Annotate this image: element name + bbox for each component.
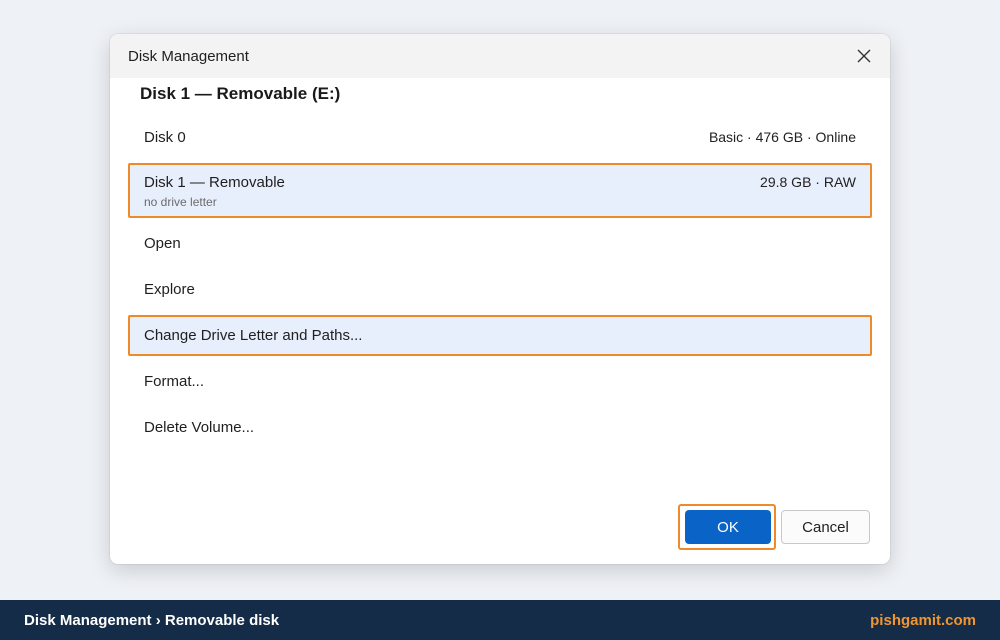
breadcrumb: Disk Management › Removable disk <box>24 611 280 629</box>
list-item-sublabel: no drive letter <box>144 195 217 209</box>
close-button[interactable] <box>852 44 876 68</box>
brand-watermark: pishgamit.com <box>870 611 976 629</box>
menu-item-label: Delete Volume... <box>144 418 255 436</box>
menu-item-delete-volume[interactable]: Delete Volume... <box>128 404 872 450</box>
ok-button-highlight: OK <box>678 504 776 550</box>
menu-item-label: Open <box>144 234 181 252</box>
close-icon <box>857 49 871 63</box>
menu-item-label: Explore <box>144 280 195 298</box>
list-item-label: Disk 1 — Removable <box>144 174 285 191</box>
menu-item-explore[interactable]: Explore <box>128 266 872 312</box>
caption-bar: Disk Management › Removable disk pishgam… <box>0 600 1000 640</box>
menu-item-open[interactable]: Open <box>128 220 872 266</box>
list-item-disk-0[interactable]: Disk 0 Basic · 476 GB · Online <box>128 114 872 160</box>
list-item-label: Disk 0 <box>144 128 186 146</box>
menu-item-change-drive-letter[interactable]: Change Drive Letter and Paths... <box>128 315 872 356</box>
cancel-button[interactable]: Cancel <box>781 510 870 544</box>
list-item-disk-1[interactable]: Disk 1 — Removable no drive letter 29.8 … <box>128 163 872 218</box>
menu-item-format[interactable]: Format... <box>128 358 872 404</box>
ok-button[interactable]: OK <box>685 510 771 544</box>
dialog-titlebar: Disk Management <box>110 34 890 78</box>
dialog-heading: Disk 1 — Removable (E:) <box>140 84 341 103</box>
list-item-meta: 29.8 GB · RAW <box>760 174 856 190</box>
menu-item-label: Format... <box>144 372 205 390</box>
disk-management-dialog: Disk Management Disk 1 — Removable (E:) … <box>110 34 890 564</box>
menu-item-label: Change Drive Letter and Paths... <box>144 327 363 344</box>
list-item-meta: Basic · 476 GB · Online <box>708 129 856 145</box>
dialog-title: Disk Management <box>128 47 249 65</box>
